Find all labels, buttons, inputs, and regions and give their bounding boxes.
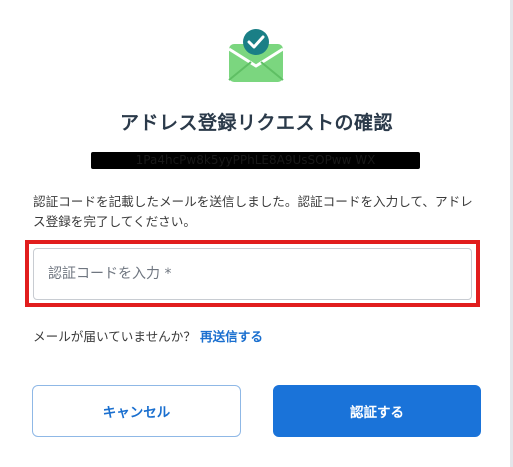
- resend-row: メールが届いていませんか？ 再送信する: [33, 326, 263, 345]
- resend-link[interactable]: 再送信する: [200, 329, 263, 344]
- verification-dialog: アドレス登録リクエストの確認 1Pa4hcPw8k5yyPPhLE8A9UsSO…: [0, 0, 513, 467]
- dialog-title: アドレス登録リクエストの確認: [119, 112, 393, 134]
- verify-button[interactable]: 認証する: [273, 385, 481, 437]
- cancel-button[interactable]: キャンセル: [32, 385, 241, 437]
- resend-prompt: メールが届いていませんか？: [33, 329, 196, 344]
- redacted-email: 1Pa4hcPw8k5yyPPhLE8A9UsSOPww WX: [91, 152, 420, 169]
- mail-check-icon: [227, 28, 285, 84]
- instruction-text: 認証コードを記載したメールを送信しました。認証コードを入力して、アドレス登録を完…: [33, 194, 473, 229]
- verification-code-input[interactable]: [33, 248, 472, 300]
